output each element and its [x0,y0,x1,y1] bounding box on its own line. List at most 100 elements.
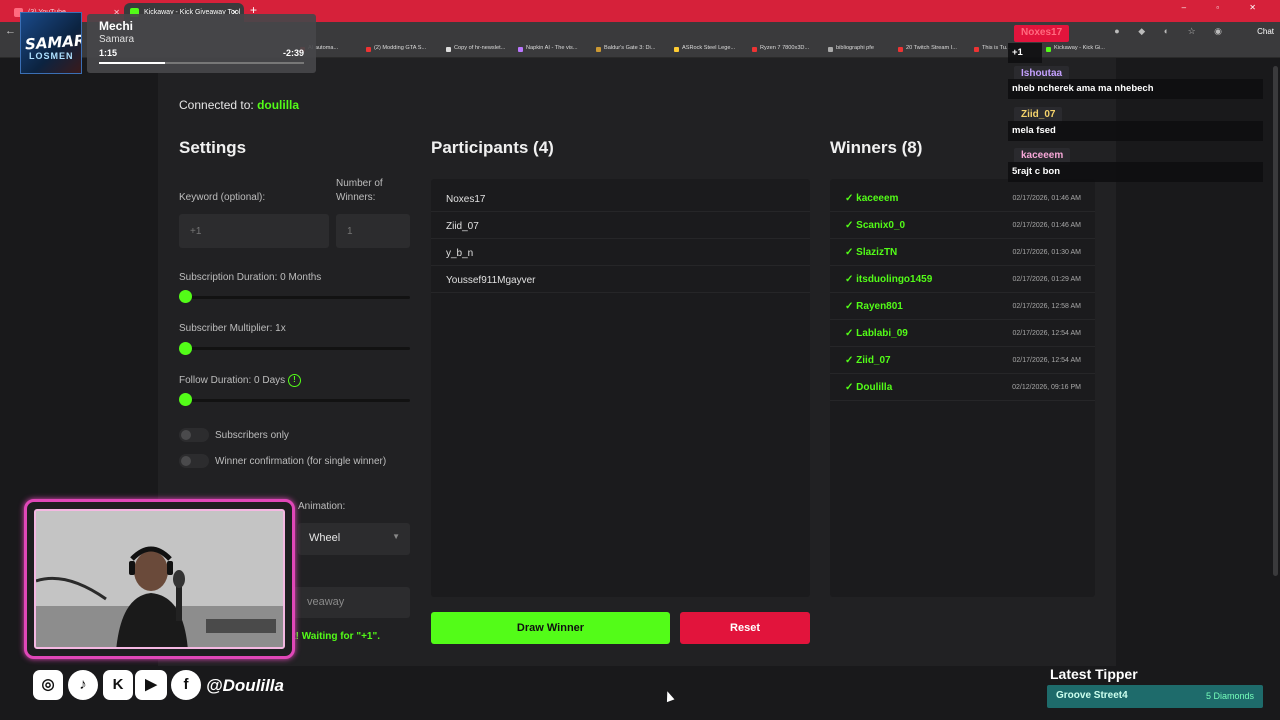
animation-selected-value: Wheel [309,532,341,544]
song-title: Mechi [99,19,134,33]
winner-row: ✓ Rayen801 02/17/2026, 12:58 AM [830,293,1095,320]
winner-timestamp: 02/17/2026, 01:46 AM [1012,222,1082,229]
winner-row: ✓ Ziid_07 02/17/2026, 12:54 AM [830,347,1095,374]
winner-name: ✓ itsduolingo1459 [845,274,933,285]
song-artist: Samara [99,34,135,45]
bookmark-item[interactable]: Baldur's Gate 3: Di... [596,45,655,52]
chat-message: 5rajt c bon [1008,162,1263,182]
animation-select[interactable]: Wheel ▼ [298,523,410,555]
time-elapsed: 1:15 [99,48,118,58]
webcam-scene [36,511,283,647]
follow-duration-slider[interactable] [186,399,410,402]
info-icon[interactable]: ! [288,374,301,387]
instagram-icon: ◎ [33,670,63,700]
now-playing-card: Mechi Samara 1:15 -2:39 [87,14,316,73]
reset-button[interactable]: Reset [680,612,810,644]
participant-row: y_b_n [431,239,810,266]
subscription-duration-slider[interactable] [186,296,410,299]
bookmark-item[interactable]: 20 Twitch Stream I... [898,45,957,52]
animation-label: Animation: [298,501,346,512]
winner-name: ✓ kaceeem [845,193,899,204]
connected-label: Connected to: [179,98,254,112]
winner-row: ✓ itsduolingo1459 02/17/2026, 01:29 AM [830,266,1095,293]
back-arrow-icon[interactable]: ← [5,25,16,37]
settings-heading: Settings [179,138,247,157]
subscriber-multiplier-handle[interactable] [179,342,192,355]
winners-count-input[interactable] [336,214,410,248]
toggle-knob [181,430,191,440]
winner-timestamp: 02/17/2026, 12:54 AM [1012,330,1082,337]
participants-heading: Participants (4) [431,138,554,157]
bookmark-item[interactable]: Napkin AI - The vis... [518,45,578,52]
bookmark-item[interactable]: bibliographi pfe [828,45,874,52]
keyword-input[interactable] [179,214,329,248]
winner-timestamp: 02/17/2026, 12:58 AM [1012,303,1082,310]
bookmark-item[interactable]: ASRock Steel Lege... [674,45,735,52]
winner-name: ✓ Scanix0_0 [845,220,906,231]
kick-icon: K [103,670,133,700]
winner-timestamp: 02/17/2026, 01:29 AM [1012,276,1082,283]
subscriber-multiplier-slider[interactable] [186,347,410,350]
follow-duration-label: Follow Duration: 0 Days [179,375,286,386]
subscription-duration-handle[interactable] [179,290,192,303]
page-scrollbar[interactable] [1273,66,1278,576]
subscribers-only-toggle[interactable] [179,428,209,442]
tipper-amount: 5 Diamonds [1205,691,1254,701]
latest-tipper-title: Latest Tipper [1050,666,1138,682]
webcam-frame [24,499,295,659]
winner-name: ✓ Doulilla [845,382,893,393]
bookmark-item[interactable]: Copy of hr-newslet... [446,45,505,52]
latest-tipper-bar: Groove Street4 5 Diamonds [1047,685,1263,708]
toggle-knob [181,456,191,466]
winner-row: ✓ Lablabi_09 02/17/2026, 12:54 AM [830,320,1095,347]
social-handle: @Doulilla [206,676,284,695]
chat-overlay: Noxes17 +1 Ishoutaa nheb ncherek ama ma nhe… [1008,22,1263,188]
winner-timestamp: 02/12/2026, 09:16 PM [1012,384,1081,391]
chat-message: +1 [1008,43,1042,63]
chat-message: nheb ncherek ama ma nhebech [1008,79,1263,99]
chat-username: Noxes17 [1014,25,1070,42]
subscription-duration-label: Subscription Duration: 0 Months [179,272,322,283]
subscribers-only-label: Subscribers only [215,430,289,441]
winner-name: ✓ Rayen801 [845,301,903,312]
participant-row: Youssef911Mgayver [431,266,810,293]
album-art: SAMARA LOSMEN [20,12,82,74]
song-progress-bar [99,62,304,64]
winner-name: ✓ Lablabi_09 [845,328,908,339]
winner-timestamp: 02/17/2026, 01:46 AM [1012,195,1082,202]
winner-row: ✓ kaceeem 02/17/2026, 01:46 AM [830,185,1095,212]
webcam-feed [34,509,285,649]
facebook-icon: f [171,670,201,700]
winner-confirmation-label: Winner confirmation (for single winner) [215,456,387,467]
window-controls[interactable]: – ▫ ✕ [1182,3,1270,12]
winner-row: ✓ Doulilla 02/12/2026, 09:16 PM [830,374,1095,401]
winners-count-label: Number of Winners: [336,178,383,203]
bookmark-item[interactable]: This is Tu... [974,45,1011,52]
follow-duration-handle[interactable] [179,393,192,406]
keyword-label: Keyword (optional): [179,192,266,203]
winner-row: ✓ SlazizTN 02/17/2026, 01:30 AM [830,239,1095,266]
draw-winner-button[interactable]: Draw Winner [431,612,670,644]
participant-row: Noxes17 [431,185,810,212]
winner-name: ✓ SlazizTN [845,247,898,258]
chevron-down-icon: ▼ [392,532,400,541]
channel-name: doulilla [257,98,300,112]
youtube-icon: ▶ [135,670,167,700]
bookmark-item[interactable]: Ryzen 7 7800x3D... [752,45,809,52]
winner-row: ✓ Scanix0_0 02/17/2026, 01:46 AM [830,212,1095,239]
connection-status: Connected to: doulilla [179,98,299,112]
participant-row: Ziid_07 [431,212,810,239]
winner-confirmation-toggle[interactable] [179,454,209,468]
latest-tipper-widget: Latest Tipper Groove Street4 5 Diamonds [1047,664,1263,710]
winner-name: ✓ Ziid_07 [845,355,891,366]
time-remaining: -2:39 [282,48,304,58]
chat-message: mela fsed [1008,121,1263,141]
winners-heading: Winners (8) [830,138,923,157]
winner-timestamp: 02/17/2026, 01:30 AM [1012,249,1082,256]
tipper-name: Groove Street4 [1056,690,1128,701]
winner-timestamp: 02/17/2026, 12:54 AM [1012,357,1082,364]
winners-list: ✓ kaceeem 02/17/2026, 01:46 AM ✓ Scanix0_0… [830,179,1095,597]
bookmark-item[interactable]: (2) Modding GTA S... [366,45,426,52]
tiktok-icon: ♪ [68,670,98,700]
subscriber-multiplier-label: Subscriber Multiplier: 1x [179,323,286,334]
